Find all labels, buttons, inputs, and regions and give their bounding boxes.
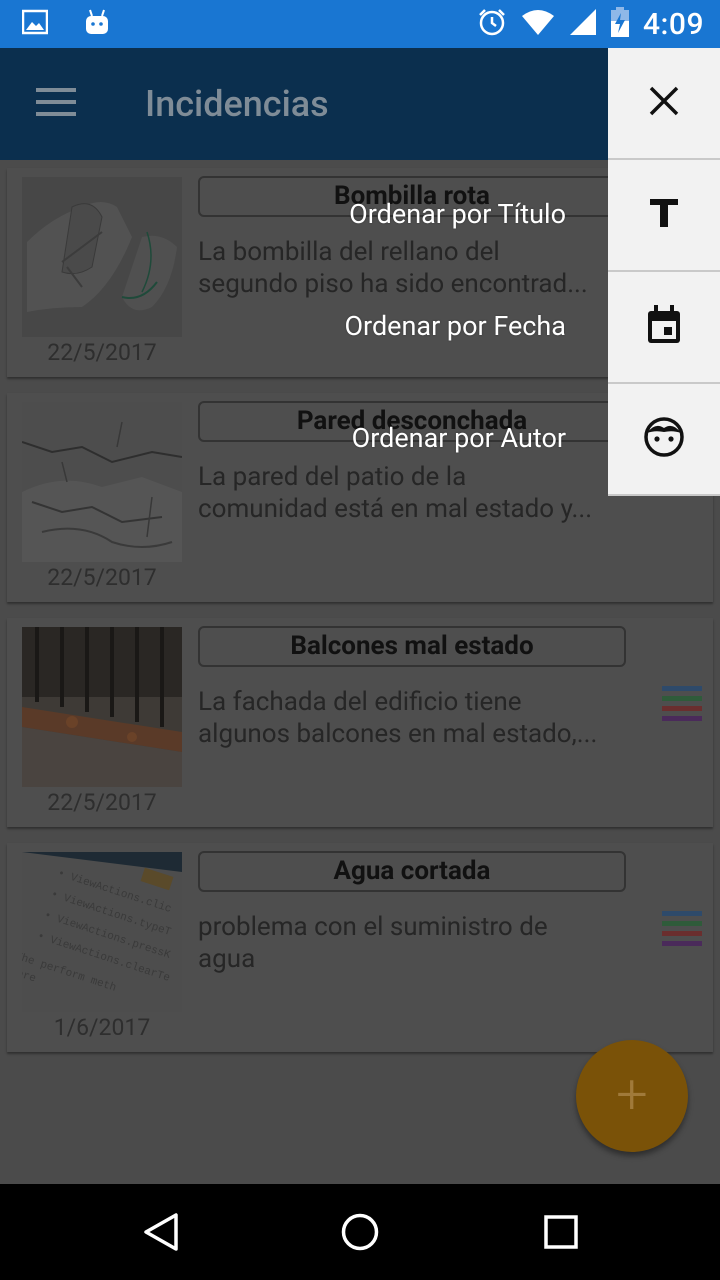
incident-date: 22/5/2017 bbox=[47, 789, 157, 816]
incident-thumbnail bbox=[22, 402, 182, 562]
android-notification-icon bbox=[84, 8, 110, 40]
recents-icon[interactable] bbox=[543, 1212, 579, 1256]
category-color-bars bbox=[662, 686, 702, 726]
incident-description: La bombilla del rellano del segundo piso… bbox=[198, 236, 628, 300]
incident-card[interactable]: 22/5/2017 Balcones mal estado La fachada… bbox=[7, 618, 713, 827]
incident-description: problema con el suministro de agua bbox=[198, 911, 628, 975]
description-line-1: La pared del patio de la bbox=[198, 462, 467, 492]
sort-by-author-label[interactable]: Ordenar por Autor bbox=[352, 422, 566, 454]
wifi-icon bbox=[521, 8, 555, 40]
category-color-bars bbox=[662, 911, 702, 951]
image-notification-icon bbox=[21, 8, 49, 40]
hamburger-menu-icon[interactable] bbox=[36, 88, 76, 118]
app-title: Incidencias bbox=[145, 83, 329, 125]
description-line-1: La fachada del edificio tiene bbox=[198, 687, 522, 717]
incident-date: 1/6/2017 bbox=[53, 1014, 151, 1041]
status-bar: 4:09 bbox=[0, 0, 720, 48]
sort-by-date-button[interactable] bbox=[608, 272, 720, 384]
description-line-2: agua bbox=[198, 944, 256, 974]
incident-date: 22/5/2017 bbox=[47, 339, 157, 366]
incident-title: Agua cortada bbox=[198, 851, 626, 892]
close-icon bbox=[648, 85, 680, 121]
description-line-1: La bombilla del rellano del bbox=[198, 237, 500, 267]
incident-thumbnail bbox=[22, 177, 182, 337]
incident-card[interactable]: • ViewActions.clic • ViewActions.typeT •… bbox=[7, 843, 713, 1052]
signal-icon bbox=[569, 8, 597, 40]
description-line-1: problema con el suministro de bbox=[198, 912, 548, 942]
alarm-icon bbox=[477, 7, 507, 41]
home-icon[interactable] bbox=[340, 1212, 380, 1256]
title-text-icon bbox=[648, 197, 680, 233]
add-incident-fab[interactable]: + bbox=[576, 1040, 688, 1152]
sort-by-title-label[interactable]: Ordenar por Título bbox=[349, 198, 566, 230]
incident-title: Balcones mal estado bbox=[198, 626, 626, 667]
sort-by-title-button[interactable] bbox=[608, 160, 720, 272]
close-sort-menu-button[interactable] bbox=[608, 48, 720, 160]
description-line-2: algunos balcones en mal estado,... bbox=[198, 719, 598, 749]
incident-description: La fachada del edificio tiene algunos ba… bbox=[198, 686, 628, 750]
status-time: 4:09 bbox=[642, 6, 704, 42]
calendar-icon bbox=[646, 305, 682, 349]
back-icon[interactable] bbox=[142, 1212, 180, 1256]
description-line-2: comunidad está en mal estado y... bbox=[198, 494, 593, 524]
incident-description: La pared del patio de la comunidad está … bbox=[198, 461, 628, 525]
incident-date: 22/5/2017 bbox=[47, 564, 157, 591]
incident-thumbnail: • ViewActions.clic • ViewActions.typeT •… bbox=[22, 852, 182, 1012]
description-line-2: segundo piso ha sido encontrad... bbox=[198, 269, 588, 299]
face-icon bbox=[643, 416, 685, 462]
navigation-bar bbox=[0, 1184, 720, 1280]
sort-by-date-label[interactable]: Ordenar por Fecha bbox=[344, 310, 566, 342]
incident-thumbnail bbox=[22, 627, 182, 787]
battery-charging-icon bbox=[610, 7, 629, 41]
sort-by-author-button[interactable] bbox=[608, 384, 720, 496]
